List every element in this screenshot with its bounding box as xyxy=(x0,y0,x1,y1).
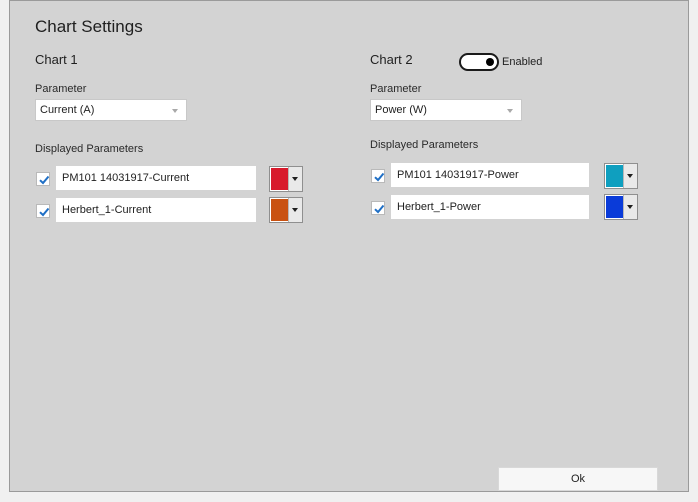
chart1-item1-color-dropdown[interactable] xyxy=(288,167,302,191)
chart1-item2-color-dropdown[interactable] xyxy=(288,198,302,222)
chart2-enabled-label: Enabled xyxy=(502,56,543,68)
chart1-item2-color-picker[interactable] xyxy=(269,197,303,223)
chart2-item2-color-dropdown[interactable] xyxy=(623,195,637,219)
chart1-parameter-select[interactable]: Current (A) xyxy=(35,99,187,121)
chart2-item1-checkbox[interactable] xyxy=(371,169,385,183)
chart1-parameter-label: Parameter xyxy=(35,83,87,95)
chart1-item1-name: PM101 14031917-Current xyxy=(56,166,256,190)
ok-button[interactable]: Ok xyxy=(498,467,658,491)
chart1-displayed-parameters-label: Displayed Parameters xyxy=(35,143,144,155)
chevron-down-icon xyxy=(172,109,178,113)
chart2-item1-color-dropdown[interactable] xyxy=(623,164,637,188)
toggle-knob xyxy=(486,58,494,66)
chart2-title: Chart 2 xyxy=(370,52,413,67)
chart2-enabled-toggle[interactable] xyxy=(459,53,499,71)
chart2-item1-color-swatch xyxy=(606,165,624,187)
check-icon xyxy=(374,204,385,214)
chevron-down-icon xyxy=(507,109,513,113)
dialog-title: Chart Settings xyxy=(35,17,143,36)
chart1-parameter-value: Current (A) xyxy=(40,104,95,116)
chart-settings-dialog: Chart Settings Chart 1 Parameter Current… xyxy=(9,0,689,492)
chart1-item2-checkbox[interactable] xyxy=(36,204,50,218)
chevron-down-icon xyxy=(292,208,298,212)
chevron-down-icon xyxy=(292,177,298,181)
chart1-item1-checkbox[interactable] xyxy=(36,172,50,186)
chart1-item2-color-swatch xyxy=(271,199,289,221)
check-icon xyxy=(374,172,385,182)
chart1-item1-color-swatch xyxy=(271,168,289,190)
check-icon xyxy=(39,175,50,185)
chart2-parameter-label: Parameter xyxy=(370,83,422,95)
chart2-item2-color-swatch xyxy=(606,196,624,218)
chart2-item2-color-picker[interactable] xyxy=(604,194,638,220)
chart2-displayed-parameters-label: Displayed Parameters xyxy=(370,139,479,151)
chart2-item1-color-picker[interactable] xyxy=(604,163,638,189)
check-icon xyxy=(39,207,50,217)
chart2-item2-name: Herbert_1-Power xyxy=(391,195,589,219)
chevron-down-icon xyxy=(627,174,633,178)
chart2-item2-checkbox[interactable] xyxy=(371,201,385,215)
chart1-title: Chart 1 xyxy=(35,52,78,67)
chevron-down-icon xyxy=(627,205,633,209)
chart1-item2-name: Herbert_1-Current xyxy=(56,198,256,222)
chart2-item1-name: PM101 14031917-Power xyxy=(391,163,589,187)
chart2-parameter-select[interactable]: Power (W) xyxy=(370,99,522,121)
chart2-parameter-value: Power (W) xyxy=(375,104,427,116)
chart1-item1-color-picker[interactable] xyxy=(269,166,303,192)
